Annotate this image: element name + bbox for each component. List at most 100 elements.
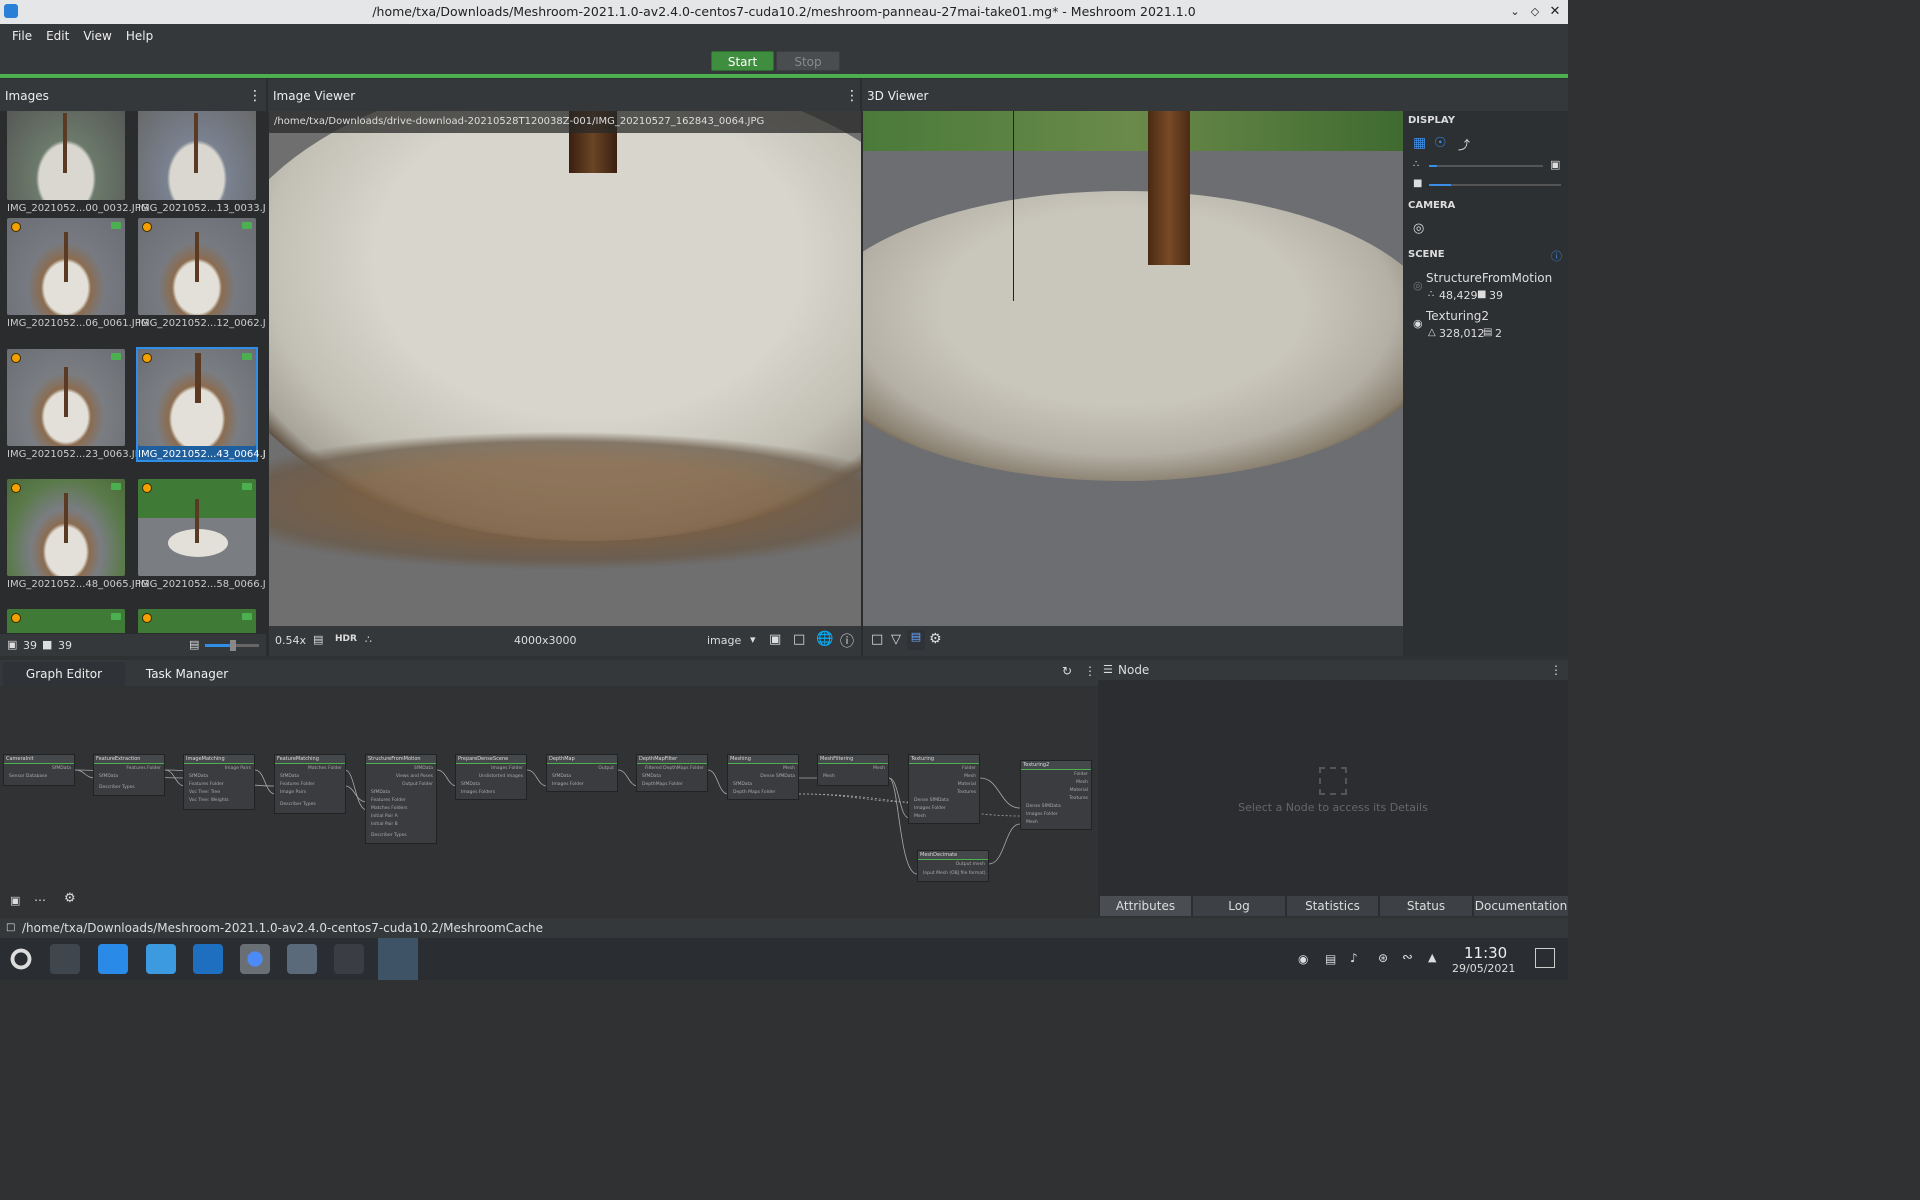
settings-icon[interactable]: ⚙ xyxy=(64,891,76,906)
menu-view[interactable]: View xyxy=(76,29,118,43)
graph-node-imagematching[interactable]: ImageMatching Image Pairs SfMData Featur… xyxy=(183,754,255,810)
thumbnail[interactable] xyxy=(138,609,256,633)
port[interactable]: Material xyxy=(1070,788,1088,793)
bluetooth-icon[interactable]: ⊛ xyxy=(1378,951,1388,965)
tab-statistics[interactable]: Statistics xyxy=(1287,896,1378,916)
meshroom-app-icon[interactable] xyxy=(378,938,418,980)
tab-documentation[interactable]: Documentation xyxy=(1474,896,1568,916)
chevron-down-icon[interactable]: ▾ xyxy=(750,633,756,646)
port[interactable]: Image Pairs xyxy=(225,766,251,771)
bbox-icon[interactable]: □ xyxy=(871,632,883,647)
scene-item-name[interactable]: Texturing2 xyxy=(1426,309,1489,323)
port[interactable]: Folder xyxy=(1074,772,1088,777)
thumbnail[interactable]: IMG_2021052...23_0063.JPG xyxy=(7,349,148,460)
clock-time[interactable]: 11:30 xyxy=(1464,944,1507,962)
port[interactable]: Describer Types xyxy=(280,802,316,807)
port[interactable]: Views and Poses xyxy=(396,774,433,779)
maximize-icon[interactable]: ◇ xyxy=(1528,0,1542,24)
port[interactable]: SfMData xyxy=(52,766,71,771)
graph-node-meshdecimate[interactable]: MeshDecimate Output mesh Input Mesh (OBJ… xyxy=(917,850,989,882)
locator-icon[interactable]: ⤴ xyxy=(1458,136,1470,153)
port[interactable]: Dense SfMData xyxy=(760,774,795,779)
port[interactable]: SfMData xyxy=(99,774,118,779)
kebab-menu-icon[interactable]: ⋮ xyxy=(248,79,262,113)
info-icon[interactable]: ⓘ xyxy=(1551,248,1562,264)
gizmo-icon[interactable]: ☉ xyxy=(1434,135,1447,151)
port[interactable]: Initial Pair A xyxy=(371,814,398,819)
image-mode-select[interactable]: image xyxy=(707,634,741,647)
graph-node-featurematching[interactable]: FeatureMatching Matches Folder SfMData F… xyxy=(274,754,346,814)
graph-editor[interactable]: Graph Editor Task Manager ↻ ⋮ CameraInit xyxy=(0,660,1098,916)
features-icon[interactable]: ∴ xyxy=(365,633,372,646)
port[interactable]: Image Pairs xyxy=(280,790,306,795)
port[interactable]: Matches Folders xyxy=(371,806,408,811)
thumbnail[interactable]: IMG_2021052...12_0062.JPG xyxy=(138,218,266,329)
globe-icon[interactable]: 🌐 xyxy=(816,631,833,647)
settings-app-icon[interactable] xyxy=(50,944,80,974)
camera-snapshot-icon[interactable]: ◎ xyxy=(1413,221,1424,236)
image-viewer-canvas[interactable]: /home/txa/Downloads/drive-download-20210… xyxy=(269,111,861,626)
port[interactable]: Textures xyxy=(1069,796,1088,801)
monitor-app-icon[interactable] xyxy=(287,944,317,974)
texture-icon[interactable]: ▤ xyxy=(907,630,925,650)
fit-view-icon[interactable]: ▣ xyxy=(10,894,20,907)
scene-item-name[interactable]: StructureFromMotion xyxy=(1426,271,1552,285)
port[interactable]: Voc Tree: Weights xyxy=(189,798,229,803)
graph-node-texturing[interactable]: Texturing Folder Mesh Material Textures … xyxy=(908,754,980,824)
port[interactable]: Describer Types xyxy=(371,833,407,838)
start-button[interactable]: Start xyxy=(711,51,774,71)
graph-node-meshfiltering[interactable]: MeshFiltering Mesh Mesh xyxy=(817,754,889,786)
fit-icon[interactable]: ▣ xyxy=(1550,158,1560,171)
port[interactable]: Folder xyxy=(962,766,976,771)
port[interactable]: Images Folder xyxy=(491,766,523,771)
stop-button[interactable]: Stop xyxy=(776,51,840,71)
zoom-level[interactable]: 0.54x xyxy=(275,634,306,647)
thumbnail[interactable]: IMG_2021052...48_0065.JPG xyxy=(7,479,148,590)
vscode-app-icon[interactable] xyxy=(193,944,223,974)
port[interactable]: Textures xyxy=(957,790,976,795)
port[interactable]: Images Folder xyxy=(914,806,946,811)
port[interactable]: SfMData xyxy=(642,774,661,779)
metadata-icon[interactable]: ▣ xyxy=(769,632,781,647)
thumbnail[interactable]: IMG_2021052...06_0061.JPG xyxy=(7,218,148,329)
start-menu-icon[interactable] xyxy=(6,944,36,974)
channel-icon[interactable]: ▤ xyxy=(313,633,323,646)
port[interactable]: Output xyxy=(598,766,614,771)
eye-hidden-icon[interactable]: ◎ xyxy=(1413,279,1423,292)
tab-attributes[interactable]: Attributes xyxy=(1100,896,1191,916)
tab-log[interactable]: Log xyxy=(1193,896,1285,916)
port[interactable]: SfMData xyxy=(371,790,390,795)
port[interactable]: Undistorted images xyxy=(479,774,523,779)
files-app-icon[interactable] xyxy=(146,944,176,974)
thumbnail[interactable]: IMG_2021052...13_0033.JPG xyxy=(138,111,266,214)
port[interactable]: Dense SfMData xyxy=(914,798,949,803)
port[interactable]: Features Folder xyxy=(371,798,406,803)
port[interactable]: SfMData xyxy=(733,782,752,787)
port[interactable]: Material xyxy=(958,782,976,787)
port[interactable]: Sensor Database xyxy=(9,774,47,779)
tab-status[interactable]: Status xyxy=(1380,896,1472,916)
thumbnail-selected[interactable]: IMG_2021052...43_0064.JPG xyxy=(136,347,266,462)
thumbnail[interactable]: IMG_2021052...58_0066.JPG xyxy=(138,479,266,590)
minimize-icon[interactable]: ⌄ xyxy=(1508,0,1522,24)
port[interactable]: Images Folder xyxy=(1026,812,1058,817)
graph-node-featureextraction[interactable]: FeatureExtraction Features Folder SfMDat… xyxy=(93,754,165,796)
port[interactable]: Input Mesh (OBJ file format). xyxy=(923,871,987,876)
port[interactable]: Dense SfMData xyxy=(1026,804,1061,809)
port[interactable]: Output mesh xyxy=(956,862,985,867)
wireframe-icon[interactable]: ▽ xyxy=(891,632,901,647)
terminal-app-icon[interactable] xyxy=(334,944,364,974)
menu-edit[interactable]: Edit xyxy=(39,29,76,43)
port[interactable]: Mesh xyxy=(964,774,976,779)
thumbnail[interactable] xyxy=(7,609,125,633)
tray-expand-icon[interactable]: ▲ xyxy=(1428,951,1436,964)
clipboard-icon[interactable]: ▤ xyxy=(1325,952,1336,966)
graph-node-camerainit[interactable]: CameraInit SfMData Sensor Database xyxy=(3,754,75,786)
graph-node-preparedensescene[interactable]: PrepareDenseScene Images Folder Undistor… xyxy=(455,754,527,800)
menu-help[interactable]: Help xyxy=(119,29,160,43)
browser-app-icon[interactable] xyxy=(240,944,270,974)
port[interactable]: Mesh xyxy=(783,766,795,771)
port[interactable]: Features Folder xyxy=(189,782,224,787)
graph-node-depthmapfilter[interactable]: DepthMapFilter Filtered DepthMaps Folder… xyxy=(636,754,708,792)
viewer3d-canvas[interactable] xyxy=(863,111,1403,626)
